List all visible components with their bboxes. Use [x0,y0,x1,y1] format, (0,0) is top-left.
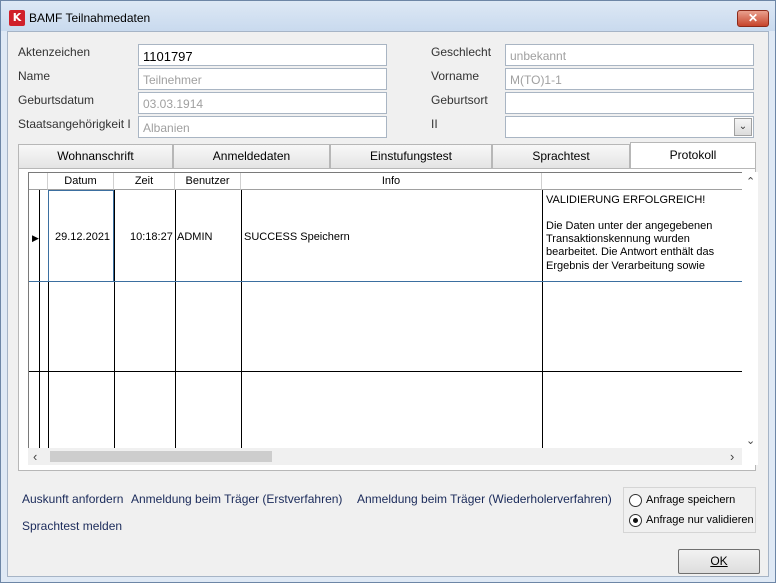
geburtsdatum-label: Geburtsdatum [18,93,95,107]
close-button[interactable]: ✕ [737,10,769,27]
geburtsort-label: Geburtsort [431,93,488,107]
staatsangehoerigkeit2-label: II [431,117,438,131]
anmeldung-erstverfahren-link[interactable]: Anmeldung beim Träger (Erstverfahren) [131,492,342,506]
vorname-field[interactable]: M(TO)1-1 [505,68,754,90]
row-indicator-icon: ▶ [32,233,39,243]
grid-line [114,190,115,464]
row-zeit[interactable]: 10:18:27 [130,231,173,243]
column-header-benutzer[interactable]: Benutzer [175,173,241,190]
mode-radio-group: Anfrage speichern Anfrage nur validieren [623,487,756,533]
tab-einstufungstest[interactable]: Einstufungstest [330,144,492,168]
scroll-up-icon[interactable]: ⌃ [746,175,755,188]
scroll-right-icon[interactable]: › [730,449,734,464]
dialog-window: K BAMF Teilnahmedaten ✕ Aktenzeichen 110… [0,0,776,583]
tab-wohnanschrift[interactable]: Wohnanschrift [18,144,173,168]
grid-line [542,190,543,464]
chevron-down-icon[interactable]: ⌄ [734,118,752,136]
geschlecht-label: Geschlecht [431,45,492,59]
vertical-scrollbar[interactable]: ⌃ ⌄ [742,172,758,465]
app-logo-icon: K [9,10,25,26]
vorname-label: Vorname [431,69,480,83]
column-header-info[interactable]: Info [241,173,542,190]
row-header-corner [29,173,48,190]
geburtsort-field[interactable] [505,92,754,114]
tab-sprachtest[interactable]: Sprachtest [492,144,630,168]
row-datum[interactable]: 29.12.2021 [55,231,110,243]
grid-line [241,190,242,464]
column-header-datum[interactable]: Datum [48,173,114,190]
column-header-detail [542,173,742,190]
auskunft-anfordern-link[interactable]: Auskunft anfordern [22,492,123,506]
staatsangehoerigkeit-label: Staatsangehörigkeit I [18,117,131,131]
ok-button[interactable]: OK [678,549,760,574]
scroll-down-icon[interactable]: ⌄ [746,434,755,447]
column-header-zeit[interactable]: Zeit [114,173,175,190]
tab-anmeldedaten[interactable]: Anmeldedaten [173,144,330,168]
aktenzeichen-field[interactable]: 1101797 [138,44,387,66]
row-info[interactable]: SUCCESS Speichern [244,231,350,243]
title-bar[interactable]: K BAMF Teilnahmedaten ✕ [1,1,775,31]
tab-strip: Wohnanschrift Anmeldedaten Einstufungste… [18,142,756,169]
name-field[interactable]: Teilnehmer [138,68,387,90]
anmeldung-wiederholerverfahren-link[interactable]: Anmeldung beim Träger (Wiederholerverfah… [357,492,612,506]
grid-line [29,371,742,372]
anfrage-validieren-label[interactable]: Anfrage nur validieren [646,514,754,526]
row-detail-text[interactable]: Die Daten unter der angegebenen Transakt… [546,220,741,278]
row-detail-title[interactable]: VALIDIERUNG ERFOLGREICH! [546,194,741,207]
protocol-table[interactable]: Datum Zeit Benutzer Info ▶ 29.12.2021 10… [28,172,743,465]
staatsangehoerigkeit2-select[interactable]: ⌄ [505,116,754,138]
geburtsdatum-field[interactable]: 03.03.1914 [138,92,387,114]
aktenzeichen-label: Aktenzeichen [18,45,91,59]
anfrage-validieren-radio[interactable] [629,514,642,527]
horizontal-scrollbar[interactable]: ‹ › [28,448,742,465]
name-label: Name [18,69,51,83]
grid-line [29,281,742,282]
grid-line [175,190,176,464]
grid-line [39,190,40,464]
window-title: BAMF Teilnahmedaten [29,11,151,25]
row-benutzer[interactable]: ADMIN [177,231,212,243]
sprachtest-melden-link[interactable]: Sprachtest melden [22,519,122,533]
scroll-thumb[interactable] [50,451,272,462]
anfrage-speichern-radio[interactable] [629,494,642,507]
protokoll-panel: Datum Zeit Benutzer Info ▶ 29.12.2021 10… [18,168,758,471]
geschlecht-field[interactable]: unbekannt [505,44,754,66]
scroll-left-icon[interactable]: ‹ [33,449,37,464]
anfrage-speichern-label[interactable]: Anfrage speichern [646,494,735,506]
tab-protokoll[interactable]: Protokoll [630,142,756,169]
staatsangehoerigkeit-field[interactable]: Albanien [138,116,387,138]
